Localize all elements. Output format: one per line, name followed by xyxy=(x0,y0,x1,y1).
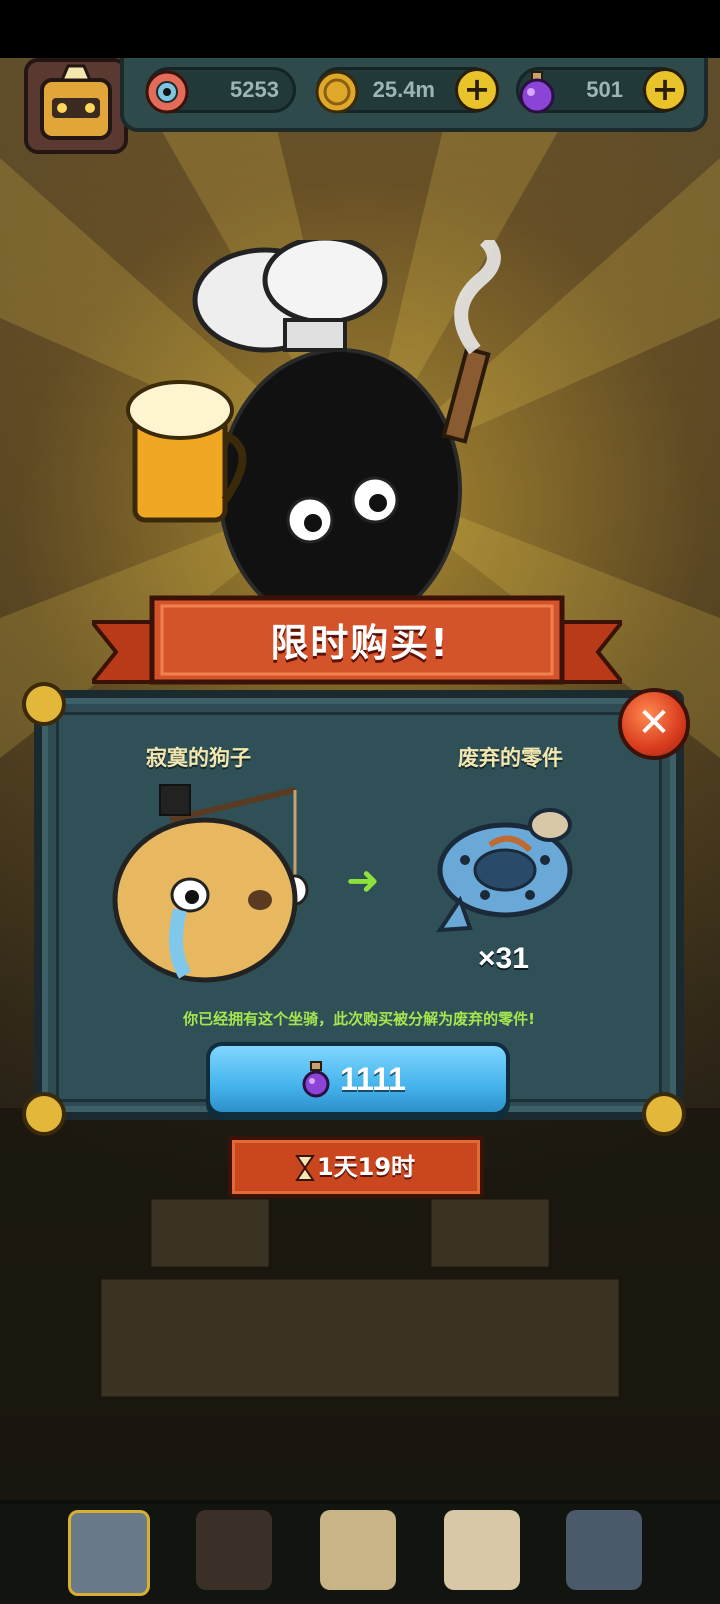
coin-resource: 25.4m + xyxy=(315,67,499,114)
close-button[interactable]: ✕ xyxy=(618,688,690,760)
add-coin-button[interactable]: + xyxy=(455,68,499,112)
buy-price: 1111 xyxy=(340,1061,406,1097)
nav-book-icon[interactable] xyxy=(320,1510,396,1590)
offer-title: 限时购买! xyxy=(270,621,450,665)
parts-quantity: ×31 xyxy=(478,942,529,975)
nav-menu-icon[interactable] xyxy=(566,1510,642,1590)
status-bar xyxy=(0,0,720,58)
eye-count: 5253 xyxy=(230,77,279,102)
lonely-dog-mount[interactable] xyxy=(110,780,320,990)
timer-banner: 1天19时 xyxy=(228,1136,484,1198)
discarded-parts-item[interactable] xyxy=(430,800,580,950)
parts-name: 废弃的零件 xyxy=(458,746,563,770)
coin-icon xyxy=(315,70,359,114)
robot-face-icon xyxy=(40,64,112,140)
offer-timer: 1天19时 xyxy=(316,1153,416,1181)
add-potion-button[interactable]: + xyxy=(643,68,687,112)
potion-icon xyxy=(519,71,555,114)
eye-icon xyxy=(145,70,189,114)
arrow-right-icon: ➜ xyxy=(346,858,380,904)
mount-name: 寂寞的狗子 xyxy=(146,746,251,770)
eye-resource: 5253 xyxy=(145,67,296,114)
coin-count: 25.4m xyxy=(372,77,435,102)
buy-button[interactable]: 1111 xyxy=(206,1042,510,1116)
potion-count: 501 xyxy=(586,77,623,102)
potion-resource: 501 + xyxy=(516,67,687,114)
mascot-character xyxy=(126,240,501,620)
panel-corner-ornament xyxy=(642,1092,686,1136)
resource-bar: 5253 25.4m + 501 + xyxy=(120,58,708,132)
nav-shop-icon[interactable] xyxy=(68,1510,150,1596)
nav-character-icon[interactable] xyxy=(196,1510,272,1590)
potion-icon xyxy=(302,1061,330,1098)
panel-corner-ornament xyxy=(22,682,66,726)
panel-corner-ornament xyxy=(22,1092,66,1136)
close-icon: ✕ xyxy=(637,700,671,746)
nav-bag-icon[interactable] xyxy=(444,1510,520,1590)
conversion-notice: 你已经拥有这个坐骑，此次购买被分解为废弃的零件! xyxy=(183,1010,535,1028)
player-avatar[interactable] xyxy=(24,58,128,154)
